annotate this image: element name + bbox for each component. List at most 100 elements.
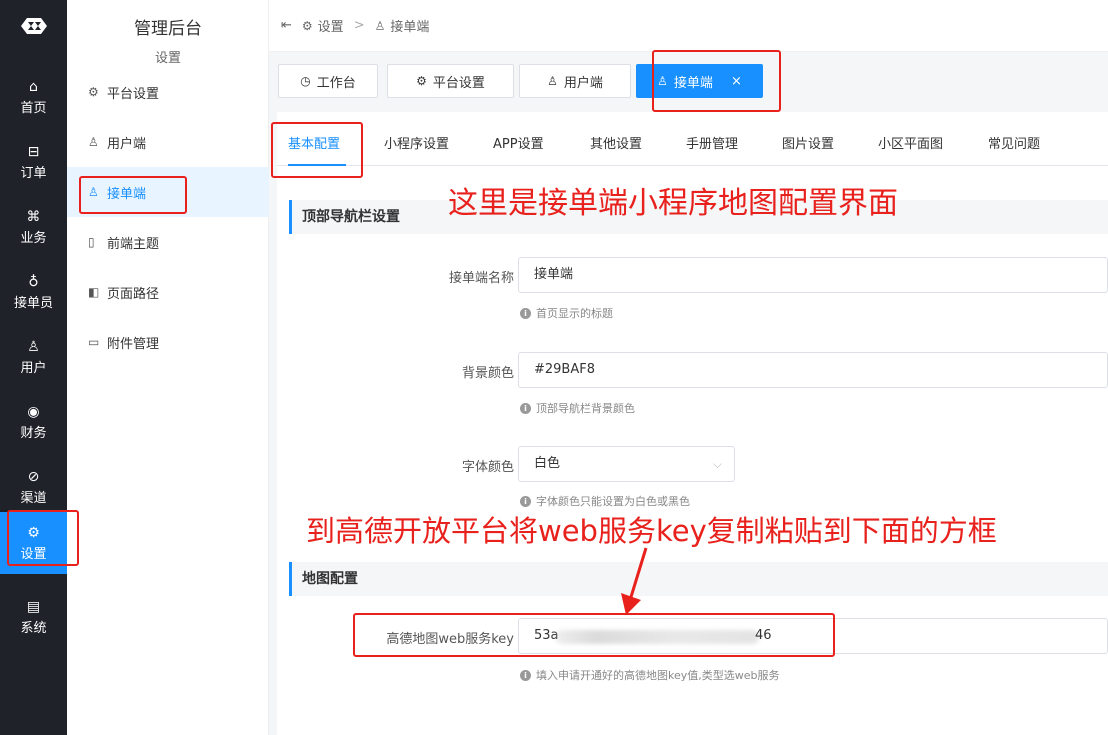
tab-label: 平台设置 — [432, 75, 485, 91]
book-icon: ▯ — [88, 235, 95, 249]
layout-icon: ◧ — [88, 285, 100, 299]
sidebar-item-label: 页面路径 — [107, 286, 160, 302]
gear-icon: ⚙ — [301, 18, 313, 33]
sidebar-item-label: 用户端 — [107, 136, 147, 152]
sidebar-item-path[interactable]: ◧ 页面路径 — [67, 267, 269, 317]
channel-icon: ⊘ — [27, 468, 40, 485]
collapse-menu-icon[interactable]: ⇤ — [281, 18, 292, 33]
rail-item-label: 首页 — [20, 100, 47, 116]
name-label: 接单端名称 — [448, 271, 514, 286]
main-nav-rail: ⌂ 首页 ⊟ 订单 ⌘ 业务 ♁ 接单员 ♙ 用户 ◉ 财务 ⊘ 渠道 ⚙ 设置… — [0, 0, 67, 735]
order-icon: ⊟ — [27, 143, 40, 160]
highlight-map-key — [353, 613, 835, 657]
rail-item-label: 用户 — [20, 360, 47, 376]
sidebar-item-user[interactable]: ♙ 用户端 — [67, 117, 269, 167]
business-icon: ⌘ — [26, 208, 41, 225]
user-icon: ♙ — [88, 135, 99, 149]
system-icon: ▤ — [26, 598, 41, 615]
subtab-other[interactable]: 其他设置 — [590, 134, 642, 166]
receiver-icon: ♙ — [374, 18, 386, 33]
sidebar-item-label: 前端主题 — [107, 236, 160, 252]
font-color-select[interactable]: 白色 ⌵ — [518, 446, 735, 482]
sidebar-item-theme[interactable]: ▯ 前端主题 — [67, 217, 269, 267]
subtab-manual[interactable]: 手册管理 — [686, 134, 738, 166]
user-icon: ♙ — [547, 74, 558, 88]
top-header: ⇤ ⚙ 设置 > ♙ 接单端 — [269, 0, 1108, 52]
subtab-image[interactable]: 图片设置 — [782, 134, 834, 166]
highlight-rail-settings — [7, 510, 79, 566]
chevron-down-icon: ⌵ — [712, 457, 722, 471]
rail-item-finance[interactable]: ◉ 财务 — [0, 392, 67, 452]
breadcrumb-label: 设置 — [317, 20, 344, 35]
rail-item-home[interactable]: ⌂ 首页 — [0, 67, 67, 127]
sidebar-item-attachment[interactable]: ▭ 附件管理 — [67, 317, 269, 367]
rail-item-rider[interactable]: ♁ 接单员 — [0, 262, 67, 322]
info-icon: i — [520, 495, 531, 507]
settings-sidebar: 管理后台 设置 ⚙ 平台设置 ♙ 用户端 ♙ 接单端 ▯ 前端主题 ◧ 页面路径… — [67, 0, 269, 735]
font-color-label: 字体颜色 — [461, 460, 514, 475]
archive-icon: ▭ — [88, 335, 100, 349]
rail-item-channel[interactable]: ⊘ 渠道 — [0, 457, 67, 517]
map-key-hint: i 填入申请开通好的高德地图key值,类型选web服务 — [520, 667, 780, 683]
highlight-sidebar-receiver — [79, 176, 187, 214]
finance-icon: ◉ — [27, 403, 40, 420]
rail-item-label: 财务 — [20, 425, 47, 441]
section-map-config: 地图配置 — [289, 562, 1108, 596]
logo-icon — [20, 18, 47, 34]
breadcrumb-separator: > — [353, 18, 365, 33]
bg-color-label: 背景颜色 — [461, 366, 514, 381]
rail-item-label: 系统 — [20, 620, 47, 636]
hint-text: 填入申请开通好的高德地图key值,类型选web服务 — [536, 669, 780, 682]
breadcrumb-receiver: ♙ 接单端 — [374, 16, 430, 36]
user-icon: ♙ — [27, 338, 40, 355]
breadcrumb-settings[interactable]: ⚙ 设置 — [301, 16, 344, 36]
name-hint: i 首页显示的标题 — [520, 305, 613, 321]
bg-color-input[interactable]: #29BAF8 — [518, 352, 1108, 388]
subtab-floorplan[interactable]: 小区平面图 — [878, 134, 943, 166]
breadcrumb-label: 接单端 — [390, 20, 430, 35]
rail-item-system[interactable]: ▤ 系统 — [0, 587, 67, 647]
tab-dashboard[interactable]: ◷ 工作台 — [278, 64, 378, 98]
info-icon: i — [520, 669, 531, 681]
select-value: 白色 — [534, 456, 561, 471]
info-icon: i — [520, 307, 531, 319]
sidebar-title: 管理后台 — [134, 19, 202, 39]
sidebar-item-label: 平台设置 — [107, 86, 160, 102]
bg-color-hint: i 顶部导航栏背景颜色 — [520, 400, 635, 416]
bike-icon: ♁ — [28, 273, 39, 290]
tab-label: 工作台 — [316, 75, 356, 91]
name-input[interactable]: 接单端 — [518, 257, 1108, 293]
subtab-app[interactable]: APP设置 — [493, 134, 544, 166]
sidebar-item-platform[interactable]: ⚙ 平台设置 — [67, 67, 269, 117]
home-icon: ⌂ — [29, 78, 38, 95]
rail-item-business[interactable]: ⌘ 业务 — [0, 197, 67, 257]
app-logo[interactable] — [0, 0, 67, 52]
gear-icon: ⚙ — [416, 74, 427, 88]
annotation-top: 这里是接单端小程序地图配置界面 — [448, 186, 898, 221]
highlight-subtab-basic — [271, 122, 363, 178]
annotation-arrow-icon — [621, 547, 648, 615]
rail-item-label: 业务 — [20, 230, 47, 246]
gear-icon: ⚙ — [88, 85, 99, 99]
info-icon: i — [520, 402, 531, 414]
hint-text: 字体颜色只能设置为白色或黑色 — [536, 495, 690, 508]
sidebar-item-label: 附件管理 — [107, 336, 160, 352]
font-color-hint: i 字体颜色只能设置为白色或黑色 — [520, 493, 690, 509]
hint-text: 首页显示的标题 — [536, 307, 613, 320]
rail-item-label: 渠道 — [20, 490, 47, 506]
tab-platform-settings[interactable]: ⚙ 平台设置 — [387, 64, 514, 98]
subtab-miniprogram[interactable]: 小程序设置 — [384, 134, 449, 166]
rail-item-label: 订单 — [20, 165, 47, 181]
tab-user[interactable]: ♙ 用户端 — [519, 64, 631, 98]
highlight-tab-receiver — [652, 50, 781, 112]
subtab-faq[interactable]: 常见问题 — [988, 134, 1040, 166]
dashboard-icon: ◷ — [300, 74, 311, 88]
config-subtabs: 基本配置 小程序设置 APP设置 其他设置 手册管理 图片设置 小区平面图 常见… — [277, 134, 1108, 166]
rail-item-order[interactable]: ⊟ 订单 — [0, 132, 67, 192]
hint-text: 顶部导航栏背景颜色 — [536, 402, 635, 415]
sidebar-subtitle: 设置 — [154, 51, 181, 66]
annotation-mid: 到高德开放平台将web服务key复制粘贴到下面的方框 — [306, 514, 997, 548]
rail-item-label: 接单员 — [13, 295, 53, 311]
tab-label: 用户端 — [563, 75, 603, 91]
rail-item-user[interactable]: ♙ 用户 — [0, 327, 67, 387]
